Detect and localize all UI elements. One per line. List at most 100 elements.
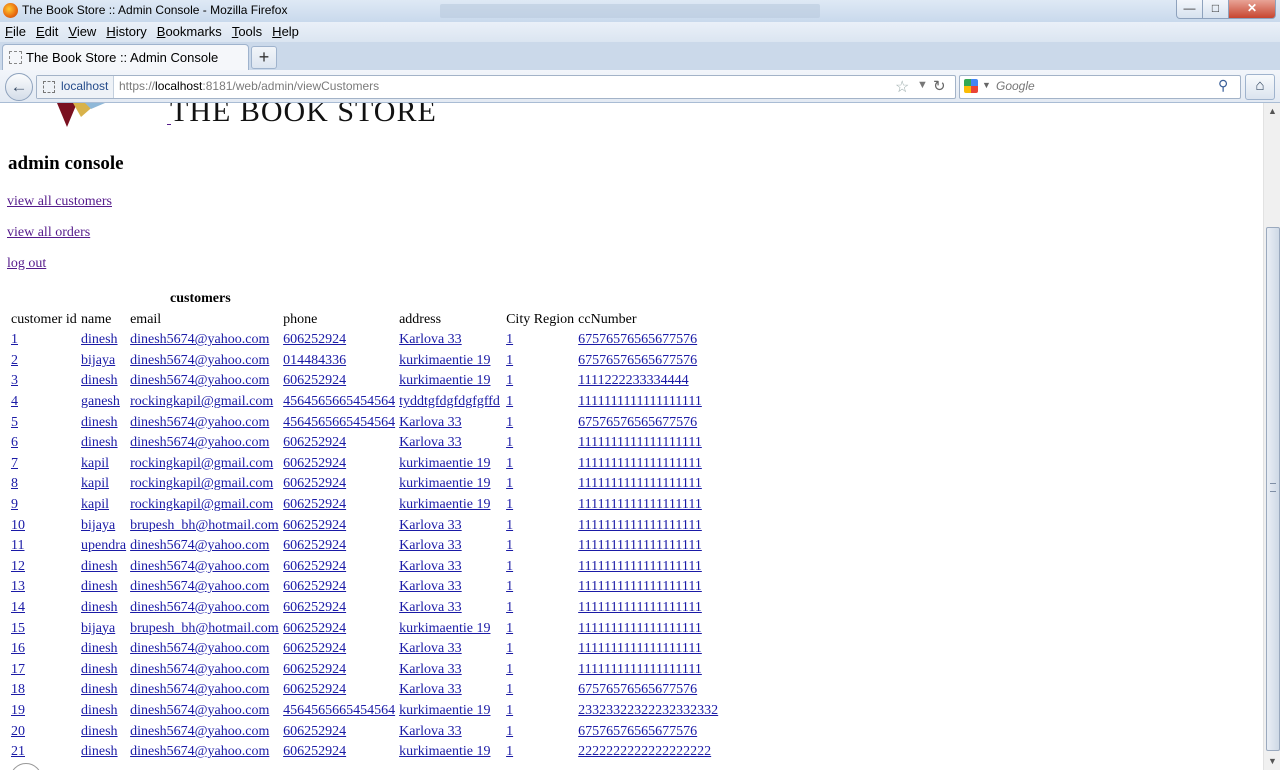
city-link[interactable]: 1 [506,682,513,697]
cc-number-link[interactable]: 67576576565677576 [578,332,697,347]
name-link[interactable]: dinesh [81,662,118,677]
email-link[interactable]: rockingkapil@gmail.com [130,476,273,491]
phone-link[interactable]: 606252924 [283,579,346,594]
city-link[interactable]: 1 [506,456,513,471]
email-link[interactable]: rockingkapil@gmail.com [130,497,273,512]
maximize-button[interactable]: □ [1202,0,1229,19]
phone-link[interactable]: 4564565665454564 [283,394,395,409]
phone-link[interactable]: 014484336 [283,353,346,368]
phone-link[interactable]: 606252924 [283,497,346,512]
minimize-button[interactable]: — [1176,0,1203,19]
search-icon[interactable]: ⚲ [1218,77,1228,94]
close-button[interactable]: ✕ [1228,0,1276,19]
scroll-down-icon[interactable]: ▼ [1264,753,1280,770]
cc-number-link[interactable]: 1111111111111111111 [578,621,702,636]
name-link[interactable]: dinesh [81,332,118,347]
address-link[interactable]: Karlova 33 [399,579,462,594]
phone-link[interactable]: 606252924 [283,682,346,697]
phone-link[interactable]: 606252924 [283,662,346,677]
address-link[interactable]: Karlova 33 [399,415,462,430]
address-link[interactable]: Karlova 33 [399,662,462,677]
customer-id-link[interactable]: 17 [11,662,25,677]
customer-id-link[interactable]: 10 [11,518,25,533]
city-link[interactable]: 1 [506,579,513,594]
reload-icon[interactable]: ↻ [933,77,946,95]
name-link[interactable]: dinesh [81,682,118,697]
address-link[interactable]: Karlova 33 [399,600,462,615]
city-link[interactable]: 1 [506,332,513,347]
name-link[interactable]: dinesh [81,559,118,574]
phone-link[interactable]: 606252924 [283,641,346,656]
cc-number-link[interactable]: 1111111111111111111 [578,476,702,491]
phone-link[interactable]: 606252924 [283,456,346,471]
city-link[interactable]: 1 [506,373,513,388]
city-link[interactable]: 1 [506,600,513,615]
address-link[interactable]: Karlova 33 [399,538,462,553]
cc-number-link[interactable]: 1111111111111111111 [578,435,702,450]
menu-view[interactable]: View [63,22,101,42]
url-bar[interactable]: localhost https://localhost:8181/web/adm… [36,75,956,99]
cc-number-link[interactable]: 1111111111111111111 [578,579,702,594]
customer-id-link[interactable]: 18 [11,682,25,697]
address-link[interactable]: Karlova 33 [399,518,462,533]
customer-id-link[interactable]: 11 [11,538,24,553]
customer-id-link[interactable]: 21 [11,744,25,759]
address-link[interactable]: tyddtgfdgfdgfgffd [399,394,500,409]
url-text[interactable]: https://localhost:8181/web/admin/viewCus… [119,79,379,93]
email-link[interactable]: dinesh5674@yahoo.com [130,579,269,594]
city-link[interactable]: 1 [506,518,513,533]
address-link[interactable]: kurkimaentie 19 [399,373,490,388]
customer-id-link[interactable]: 7 [11,456,18,471]
name-link[interactable]: bijaya [81,518,115,533]
city-link[interactable]: 1 [506,497,513,512]
address-link[interactable]: Karlova 33 [399,435,462,450]
name-link[interactable]: dinesh [81,415,118,430]
cc-number-link[interactable]: 1111111111111111111 [578,394,702,409]
phone-link[interactable]: 606252924 [283,621,346,636]
address-link[interactable]: Karlova 33 [399,641,462,656]
name-link[interactable]: kapil [81,497,109,512]
cc-number-link[interactable]: 67576576565677576 [578,415,697,430]
name-link[interactable]: dinesh [81,600,118,615]
address-link[interactable]: kurkimaentie 19 [399,703,490,718]
cc-number-link[interactable]: 67576576565677576 [578,353,697,368]
email-link[interactable]: dinesh5674@yahoo.com [130,373,269,388]
city-link[interactable]: 1 [506,538,513,553]
email-link[interactable]: dinesh5674@yahoo.com [130,538,269,553]
phone-link[interactable]: 606252924 [283,744,346,759]
address-link[interactable]: kurkimaentie 19 [399,353,490,368]
phone-link[interactable]: 606252924 [283,538,346,553]
view-all-customers-link[interactable]: view all customers [7,194,112,210]
cc-number-link[interactable]: 67576576565677576 [578,724,697,739]
phone-link[interactable]: 606252924 [283,476,346,491]
city-link[interactable]: 1 [506,703,513,718]
customer-id-link[interactable]: 4 [11,394,18,409]
phone-link[interactable]: 606252924 [283,724,346,739]
email-link[interactable]: dinesh5674@yahoo.com [130,682,269,697]
email-link[interactable]: brupesh_bh@hotmail.com [130,518,279,533]
city-link[interactable]: 1 [506,641,513,656]
phone-link[interactable]: 606252924 [283,559,346,574]
city-link[interactable]: 1 [506,353,513,368]
city-link[interactable]: 1 [506,744,513,759]
name-link[interactable]: kapil [81,456,109,471]
phone-link[interactable]: 606252924 [283,600,346,615]
email-link[interactable]: dinesh5674@yahoo.com [130,724,269,739]
address-link[interactable]: Karlova 33 [399,682,462,697]
email-link[interactable]: dinesh5674@yahoo.com [130,332,269,347]
phone-link[interactable]: 4564565665454564 [283,415,395,430]
name-link[interactable]: dinesh [81,373,118,388]
cc-number-link[interactable]: 1111111111111111111 [578,497,702,512]
vertical-scrollbar[interactable]: ▲ ▼ [1263,103,1280,770]
name-link[interactable]: dinesh [81,724,118,739]
home-button[interactable]: ⌂ [1245,74,1275,100]
logo-link[interactable] [167,124,171,125]
address-link[interactable]: Karlova 33 [399,332,462,347]
back-button[interactable]: ← [5,73,33,101]
city-link[interactable]: 1 [506,476,513,491]
customer-id-link[interactable]: 16 [11,641,25,656]
url-history-dropdown-icon[interactable]: ▼ [917,79,928,91]
address-link[interactable]: kurkimaentie 19 [399,456,490,471]
name-link[interactable]: bijaya [81,353,115,368]
cc-number-link[interactable]: 1111111111111111111 [578,518,702,533]
